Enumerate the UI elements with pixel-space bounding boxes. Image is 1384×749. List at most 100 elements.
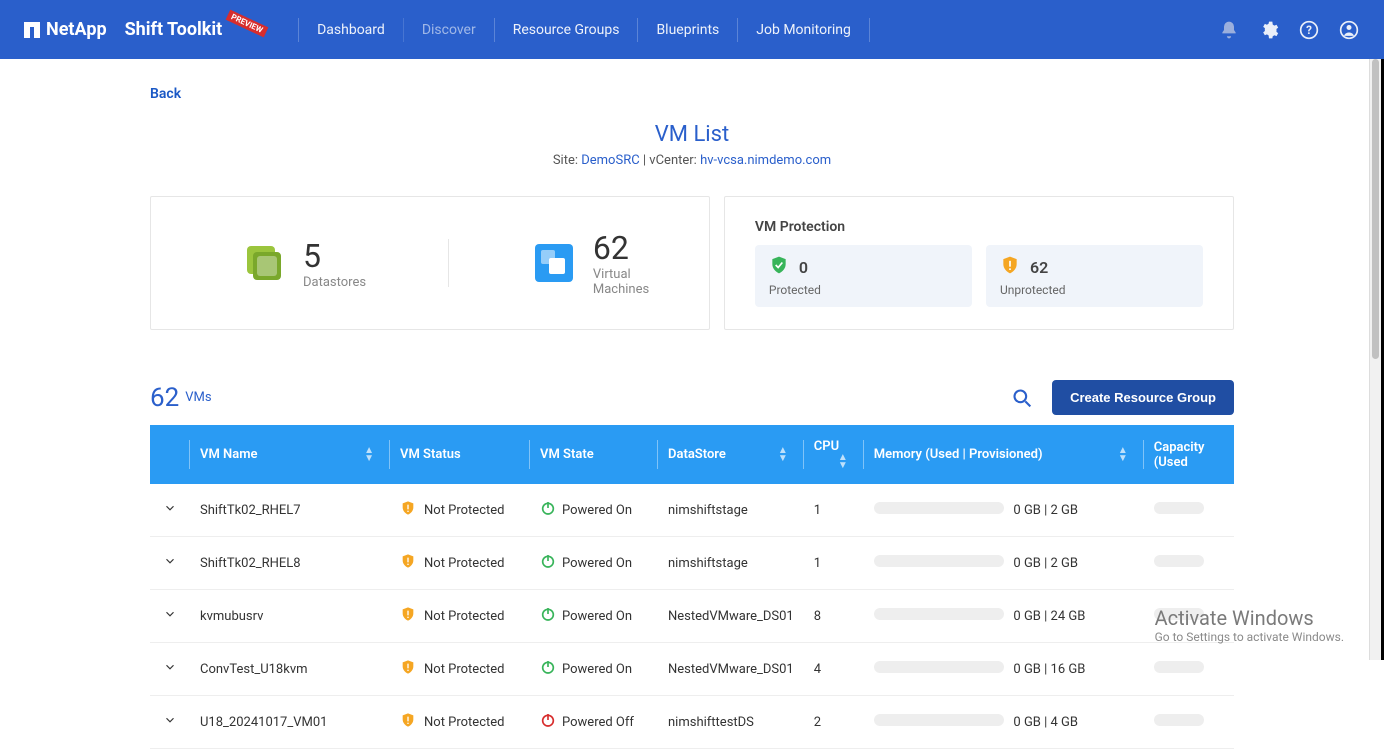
expand-row-chevron-icon[interactable] — [150, 643, 190, 696]
nav-right: ? — [1218, 19, 1360, 41]
cell-cpu: 8 — [804, 590, 864, 643]
shield-warn-icon — [400, 606, 416, 626]
netapp-logo-icon — [24, 22, 40, 38]
table-row: U18_20241017_VM01 Not Protected Powered … — [150, 696, 1234, 749]
shield-warn-icon — [400, 500, 416, 520]
memory-bar — [874, 555, 1004, 567]
cell-datastore: nimshiftstage — [658, 484, 804, 537]
cell-vm-state: Powered On — [530, 537, 658, 590]
memory-bar — [874, 608, 1004, 620]
table-header-row: VM Name ▲▼ VM Status VM State DataStore ▲▼… — [150, 425, 1234, 484]
cell-capacity — [1144, 590, 1234, 643]
cell-vm-name: kvmubusrv — [190, 590, 390, 643]
power-icon — [540, 606, 556, 626]
table-row: ShiftTk02_RHEL8 Not Protected Powered On… — [150, 537, 1234, 590]
cell-capacity — [1144, 484, 1234, 537]
shield-check-icon — [769, 255, 789, 279]
sort-icon[interactable]: ▲▼ — [838, 454, 848, 470]
capacity-bar — [1154, 555, 1204, 567]
help-icon[interactable]: ? — [1298, 19, 1320, 41]
datastores-count: 5 — [303, 237, 366, 275]
cell-vm-state: Powered On — [530, 643, 658, 696]
cell-vm-state: Powered On — [530, 484, 658, 537]
cell-vm-name: ConvTest_U18kvm — [190, 643, 390, 696]
expand-row-chevron-icon[interactable] — [150, 484, 190, 537]
sort-icon[interactable]: ▲▼ — [364, 447, 374, 463]
datastores-label: Datastores — [303, 275, 366, 290]
vms-count: 62 — [593, 229, 659, 267]
site-link[interactable]: DemoSRC — [581, 153, 639, 168]
stats-card: 5 Datastores 62 Virtual Machines — [150, 196, 710, 330]
sort-icon[interactable]: ▲▼ — [1118, 447, 1128, 463]
capacity-bar — [1154, 661, 1204, 673]
cell-memory: 0 GB | 2 GB — [864, 484, 1144, 537]
scrollbar-track[interactable] — [1369, 59, 1381, 660]
cell-vm-state: Powered On — [530, 590, 658, 643]
search-icon[interactable] — [1010, 386, 1034, 410]
vms-stat: 62 Virtual Machines — [511, 229, 679, 297]
nav-item-discover[interactable]: Discover — [403, 18, 494, 42]
back-link[interactable]: Back — [150, 86, 181, 102]
col-vm-name[interactable]: VM Name — [200, 447, 258, 462]
create-resource-group-button[interactable]: Create Resource Group — [1052, 380, 1234, 415]
cell-cpu: 1 — [804, 484, 864, 537]
unprotected-box: 62 Unprotected — [986, 245, 1203, 307]
table-row: kvmubusrv Not Protected Powered On Neste… — [150, 590, 1234, 643]
cell-vm-status: Not Protected — [390, 537, 530, 590]
cell-vm-name: U18_20241017_VM01 — [190, 696, 390, 749]
col-capacity[interactable]: Capacity (Used — [1154, 440, 1205, 470]
cell-vm-status: Not Protected — [390, 696, 530, 749]
gear-icon[interactable] — [1258, 19, 1280, 41]
expand-row-chevron-icon[interactable] — [150, 537, 190, 590]
cell-capacity — [1144, 537, 1234, 590]
col-datastore[interactable]: DataStore — [668, 447, 726, 462]
memory-bar — [874, 714, 1004, 726]
cell-vm-name: ShiftTk02_RHEL7 — [190, 484, 390, 537]
col-vm-state[interactable]: VM State — [540, 447, 594, 462]
subtitle: Site: DemoSRC | vCenter: hv-vcsa.nimdemo… — [150, 153, 1234, 168]
scrollbar-thumb[interactable] — [1372, 59, 1379, 359]
capacity-bar — [1154, 608, 1204, 620]
capacity-bar — [1154, 502, 1204, 514]
brand: NetApp — [24, 19, 107, 40]
col-memory[interactable]: Memory (Used | Provisioned) — [874, 447, 1043, 462]
vm-total-label: VMs — [185, 390, 211, 405]
stat-divider — [448, 239, 449, 287]
vm-table: VM Name ▲▼ VM Status VM State DataStore ▲▼… — [150, 425, 1234, 749]
expand-row-chevron-icon[interactable] — [150, 696, 190, 749]
nav-item-blueprints[interactable]: Blueprints — [637, 18, 737, 42]
cell-memory: 0 GB | 2 GB — [864, 537, 1144, 590]
cell-datastore: nimshifttestDS — [658, 696, 804, 749]
power-icon — [540, 553, 556, 573]
cell-vm-status: Not Protected — [390, 643, 530, 696]
vcenter-link[interactable]: hv-vcsa.nimdemo.com — [700, 153, 831, 168]
protected-box: 0 Protected — [755, 245, 972, 307]
protection-card: VM Protection 0 Protected — [724, 196, 1234, 330]
nav-item-dashboard[interactable]: Dashboard — [298, 18, 403, 42]
datastore-icon — [241, 240, 287, 286]
page-title: VM List — [150, 122, 1234, 147]
cell-datastore: NestedVMware_DS01 — [658, 590, 804, 643]
vm-icon — [531, 240, 577, 286]
col-cpu[interactable]: CPU — [814, 439, 839, 454]
nav-item-job-monitoring[interactable]: Job Monitoring — [737, 18, 869, 42]
svg-text:?: ? — [1306, 23, 1312, 37]
table-row: ConvTest_U18kvm Not Protected Powered On… — [150, 643, 1234, 696]
nav-item-resource-groups[interactable]: Resource Groups — [494, 18, 638, 42]
expand-row-chevron-icon[interactable] — [150, 590, 190, 643]
cell-vm-state: Powered Off — [530, 696, 658, 749]
protected-count: 0 — [799, 258, 808, 277]
power-icon — [540, 500, 556, 520]
shield-warn-icon — [400, 659, 416, 679]
cell-memory: 0 GB | 24 GB — [864, 590, 1144, 643]
page-body: Back VM List Site: DemoSRC | vCenter: hv… — [0, 59, 1384, 749]
memory-bar — [874, 502, 1004, 514]
brand-label: NetApp — [46, 19, 107, 40]
col-vm-status[interactable]: VM Status — [400, 447, 461, 462]
sort-icon[interactable]: ▲▼ — [778, 447, 788, 463]
vcenter-label: | vCenter: — [640, 153, 700, 168]
bell-icon[interactable] — [1218, 19, 1240, 41]
cell-vm-name: ShiftTk02_RHEL8 — [190, 537, 390, 590]
user-icon[interactable] — [1338, 19, 1360, 41]
app-name: Shift Toolkit PREVIEW — [125, 19, 269, 40]
